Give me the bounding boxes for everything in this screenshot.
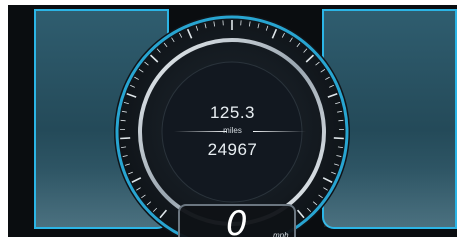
speed-unit: mph: [273, 231, 289, 237]
odometer-value: 24967: [207, 140, 258, 159]
current-speed: 0: [226, 204, 248, 237]
trip-distance-value: 125.3: [209, 103, 256, 122]
trip-distance-unit: miles: [223, 126, 242, 135]
instrument-cluster: 125.3 miles 24967 0 mph: [8, 5, 457, 237]
tick-mark: [120, 137, 131, 140]
unit-divider-right: [253, 131, 306, 132]
tick-mark: [333, 137, 344, 140]
